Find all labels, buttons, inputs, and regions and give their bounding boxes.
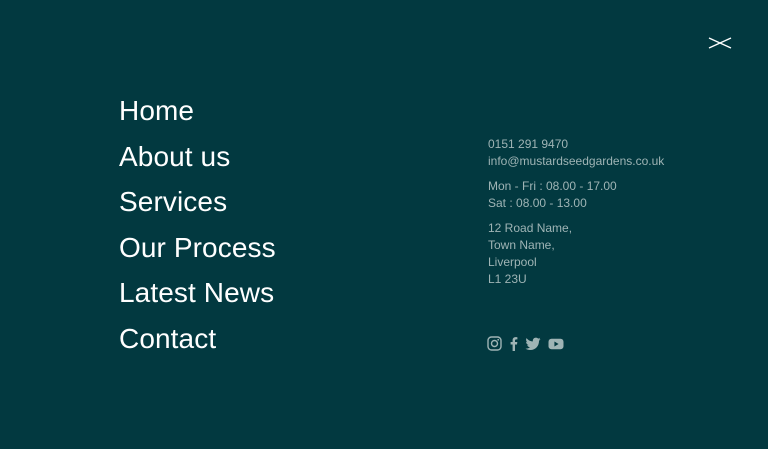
hours-weekday: Mon - Fri : 08.00 - 17.00: [488, 179, 617, 193]
contact-details: 0151 291 9470 info@mustardseedgardens.co…: [488, 136, 664, 170]
opening-hours: Mon - Fri : 08.00 - 17.00 Sat : 08.00 - …: [488, 178, 617, 212]
facebook-icon: [510, 337, 518, 351]
instagram-link[interactable]: [487, 336, 502, 356]
nav-item-latest-news[interactable]: Latest News: [119, 273, 276, 319]
nav-item-contact[interactable]: Contact: [119, 319, 276, 365]
email-link[interactable]: info@mustardseedgardens.co.uk: [488, 153, 664, 170]
nav-item-services[interactable]: Services: [119, 182, 276, 228]
nav-item-about-us[interactable]: About us: [119, 137, 276, 183]
twitter-icon: [525, 337, 541, 350]
address-line: L1 23U: [488, 272, 527, 286]
youtube-icon: [548, 338, 564, 350]
close-menu-button[interactable]: [706, 34, 734, 52]
main-nav: Home About us Services Our Process Lates…: [119, 91, 276, 365]
youtube-link[interactable]: [548, 337, 564, 355]
instagram-icon: [487, 336, 502, 351]
close-icon: [708, 37, 732, 49]
address-line: 12 Road Name,: [488, 221, 573, 235]
address: 12 Road Name, Town Name, Liverpool L1 23…: [488, 220, 572, 288]
phone-link[interactable]: 0151 291 9470: [488, 136, 664, 153]
twitter-link[interactable]: [525, 337, 541, 356]
nav-item-home[interactable]: Home: [119, 91, 276, 137]
menu-overlay: Home About us Services Our Process Lates…: [0, 0, 768, 449]
social-links: [487, 336, 571, 356]
facebook-link[interactable]: [509, 336, 518, 356]
hours-saturday: Sat : 08.00 - 13.00: [488, 196, 587, 210]
address-line: Liverpool: [488, 255, 537, 269]
nav-item-our-process[interactable]: Our Process: [119, 228, 276, 274]
address-line: Town Name,: [488, 238, 555, 252]
